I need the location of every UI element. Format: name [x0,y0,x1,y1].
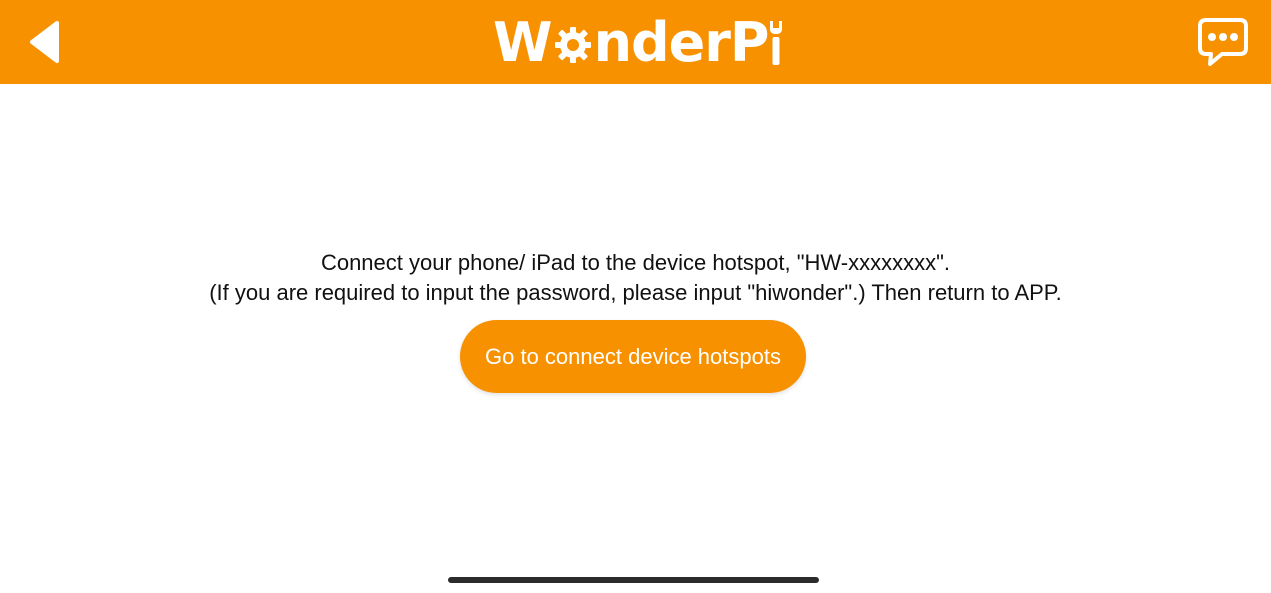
feedback-chat-button[interactable] [1196,16,1250,70]
connect-hotspot-button[interactable]: Go to connect device hotspots [460,320,806,393]
wrench-icon [769,21,782,65]
chat-bubble-icon [1198,18,1248,66]
header-bar: WnderP [0,0,1271,84]
back-arrow-icon [30,21,59,63]
wonderpi-logo: WnderP [493,14,782,72]
instruction-line-2: (If you are required to input the passwo… [209,280,1062,305]
home-indicator[interactable] [448,577,819,583]
app-screen: WnderP Connect your phone/ iPad to the d… [0,0,1271,593]
gear-icon [554,27,591,63]
main-content: Connect your phone/ iPad to the device h… [0,84,1271,593]
hotspot-instructions: Connect your phone/ iPad to the device h… [100,248,1171,308]
logo-text: WnderP [493,14,785,72]
back-button[interactable] [18,14,70,70]
instruction-line-1: Connect your phone/ iPad to the device h… [320,250,951,275]
connect-hotspot-button-label: Go to connect device hotspots [485,343,781,369]
